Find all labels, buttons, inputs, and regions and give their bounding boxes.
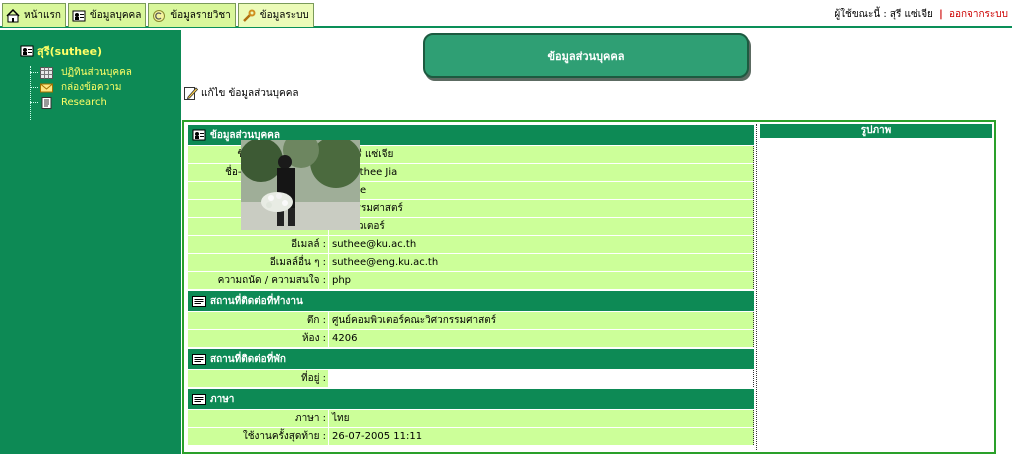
profile-panel: ข้อมูลส่วนบุคคล ชื่อ-นามสกุล (ไทย) :นายส… (182, 120, 996, 454)
user-bar-separator: | (939, 9, 943, 20)
section-home-header: สถานที่ติดต่อที่พัก (188, 348, 754, 369)
person-card-icon (72, 9, 86, 23)
person-card-icon (20, 44, 34, 58)
address-card-icon (192, 295, 206, 308)
section-title: สถานที่ติดต่อที่พัก (210, 353, 286, 365)
field-row-room: ห้อง :4206 (188, 330, 754, 347)
calendar-icon (40, 66, 53, 79)
sidebar-user-label: สุรี(suthee) (37, 45, 103, 58)
document-icon (40, 96, 53, 109)
sidebar-item-label: Research (61, 97, 107, 108)
field-label: อีเมลล์ : (188, 236, 328, 253)
sidebar-item-messages[interactable]: กล่องข้อความ (30, 81, 132, 94)
main-tabs: หน้าแรก ข้อมูลบุคคล ข้อมูลรายวิชา ข้อมูล… (2, 3, 316, 27)
person-card-icon (192, 129, 206, 142)
edit-icon (184, 86, 199, 101)
section-title: สถานที่ติดต่อที่ทำงาน (210, 295, 303, 307)
sidebar-item-label: กล่องข้อความ (61, 82, 122, 93)
field-value: วิศวกรรมศาสตร์ (329, 200, 754, 217)
address-card-icon (192, 393, 206, 406)
field-label: ที่อยู่ : (188, 370, 328, 387)
field-label: ภาษา : (188, 410, 328, 427)
tab-subject-label: ข้อมูลรายวิชา (170, 10, 231, 21)
field-row-building: ตึก : ศูนย์คอมพิวเตอร์คณะวิศวกรรมศาสตร์ (188, 312, 754, 329)
field-value: suthee (329, 182, 754, 199)
section-work-header: สถานที่ติดต่อที่ทำงาน (188, 290, 754, 311)
sidebar-item-label: ปฏิทินส่วนบุคคล (61, 67, 132, 78)
field-value: 4206 (329, 330, 754, 347)
field-value: ไทย (329, 410, 754, 427)
edit-profile-label: แก้ไข ข้อมูลส่วนบุคคล (201, 88, 299, 99)
tab-personal-label: ข้อมูลบุคคล (89, 10, 142, 21)
field-label: ตึก : (188, 312, 328, 329)
field-value: นายสุรี แซ่เจีย (329, 146, 754, 163)
tools-icon (242, 9, 256, 23)
field-label: อีเมลล์อื่น ๆ : (188, 254, 328, 271)
field-value: suthee@ku.ac.th (329, 236, 754, 253)
field-value: คอมพิวเตอร์ (329, 218, 754, 235)
tab-home[interactable]: หน้าแรก (2, 3, 66, 27)
sidebar-item-calendar[interactable]: ปฏิทินส่วนบุคคล (30, 66, 132, 79)
field-value: ศูนย์คอมพิวเตอร์คณะวิศวกรรมศาสตร์ (329, 312, 754, 329)
logout-link[interactable]: ออกจากระบบ (949, 9, 1008, 20)
section-language-header: ภาษา (188, 388, 754, 409)
tab-subject[interactable]: ข้อมูลรายวิชา (148, 3, 236, 27)
field-value: php (329, 272, 754, 289)
current-user-text: ผู้ใช้ขณะนี้ : สุรี แซ่เจีย (834, 9, 933, 20)
sidebar: สุรี(suthee) ปฏิทินส่วนบุคคล กล่องข้อควา… (0, 30, 181, 454)
field-label: ใช้งานครั้งสุดท้าย : (188, 428, 328, 445)
field-row-other-email: อีเมลล์อื่น ๆ : suthee@eng.ku.ac.th (188, 254, 754, 271)
tab-home-label: หน้าแรก (24, 10, 61, 21)
field-row-address: ที่อยู่ : (188, 370, 754, 387)
subject-icon (152, 9, 166, 23)
page-title: ข้อมูลส่วนบุคคล (423, 33, 749, 78)
top-bar: หน้าแรก ข้อมูลบุคคล ข้อมูลรายวิชา ข้อมูล… (0, 0, 1012, 28)
edit-profile-link[interactable]: แก้ไข ข้อมูลส่วนบุคคล (184, 86, 299, 101)
field-value: Mr.Suthee Jia (329, 164, 754, 181)
address-card-icon (192, 353, 206, 366)
field-row-last-login: ใช้งานครั้งสุดท้าย :26-07-2005 11:11 (188, 428, 754, 445)
field-value: 26-07-2005 11:11 (329, 428, 754, 445)
photo-header: รูปภาพ (760, 124, 992, 138)
field-label: ห้อง : (188, 330, 328, 347)
home-icon (6, 8, 20, 23)
field-value (329, 370, 754, 387)
sidebar-item-research[interactable]: Research (30, 96, 132, 109)
field-value: suthee@eng.ku.ac.th (329, 254, 754, 271)
field-label: ความถนัด / ความสนใจ : (188, 272, 328, 289)
field-row-interest: ความถนัด / ความสนใจ : php (188, 272, 754, 289)
profile-photo (241, 140, 360, 230)
sidebar-tree: ปฏิทินส่วนบุคคล กล่องข้อความ Research (30, 66, 132, 120)
user-status: ผู้ใช้ขณะนี้ : สุรี แซ่เจีย | ออกจากระบบ (834, 7, 1008, 22)
tab-system[interactable]: ข้อมูลระบบ (237, 3, 314, 27)
envelope-icon (40, 82, 53, 94)
section-title: ภาษา (210, 393, 235, 405)
tab-personal[interactable]: ข้อมูลบุคคล (67, 3, 147, 27)
sidebar-user[interactable]: สุรี(suthee) (20, 42, 102, 60)
photo-box: รูปภาพ (760, 124, 992, 138)
tab-system-label: ข้อมูลระบบ (259, 10, 309, 21)
field-row-email: อีเมลล์ : suthee@ku.ac.th (188, 236, 754, 253)
field-row-language: ภาษา : ไทย (188, 410, 754, 427)
